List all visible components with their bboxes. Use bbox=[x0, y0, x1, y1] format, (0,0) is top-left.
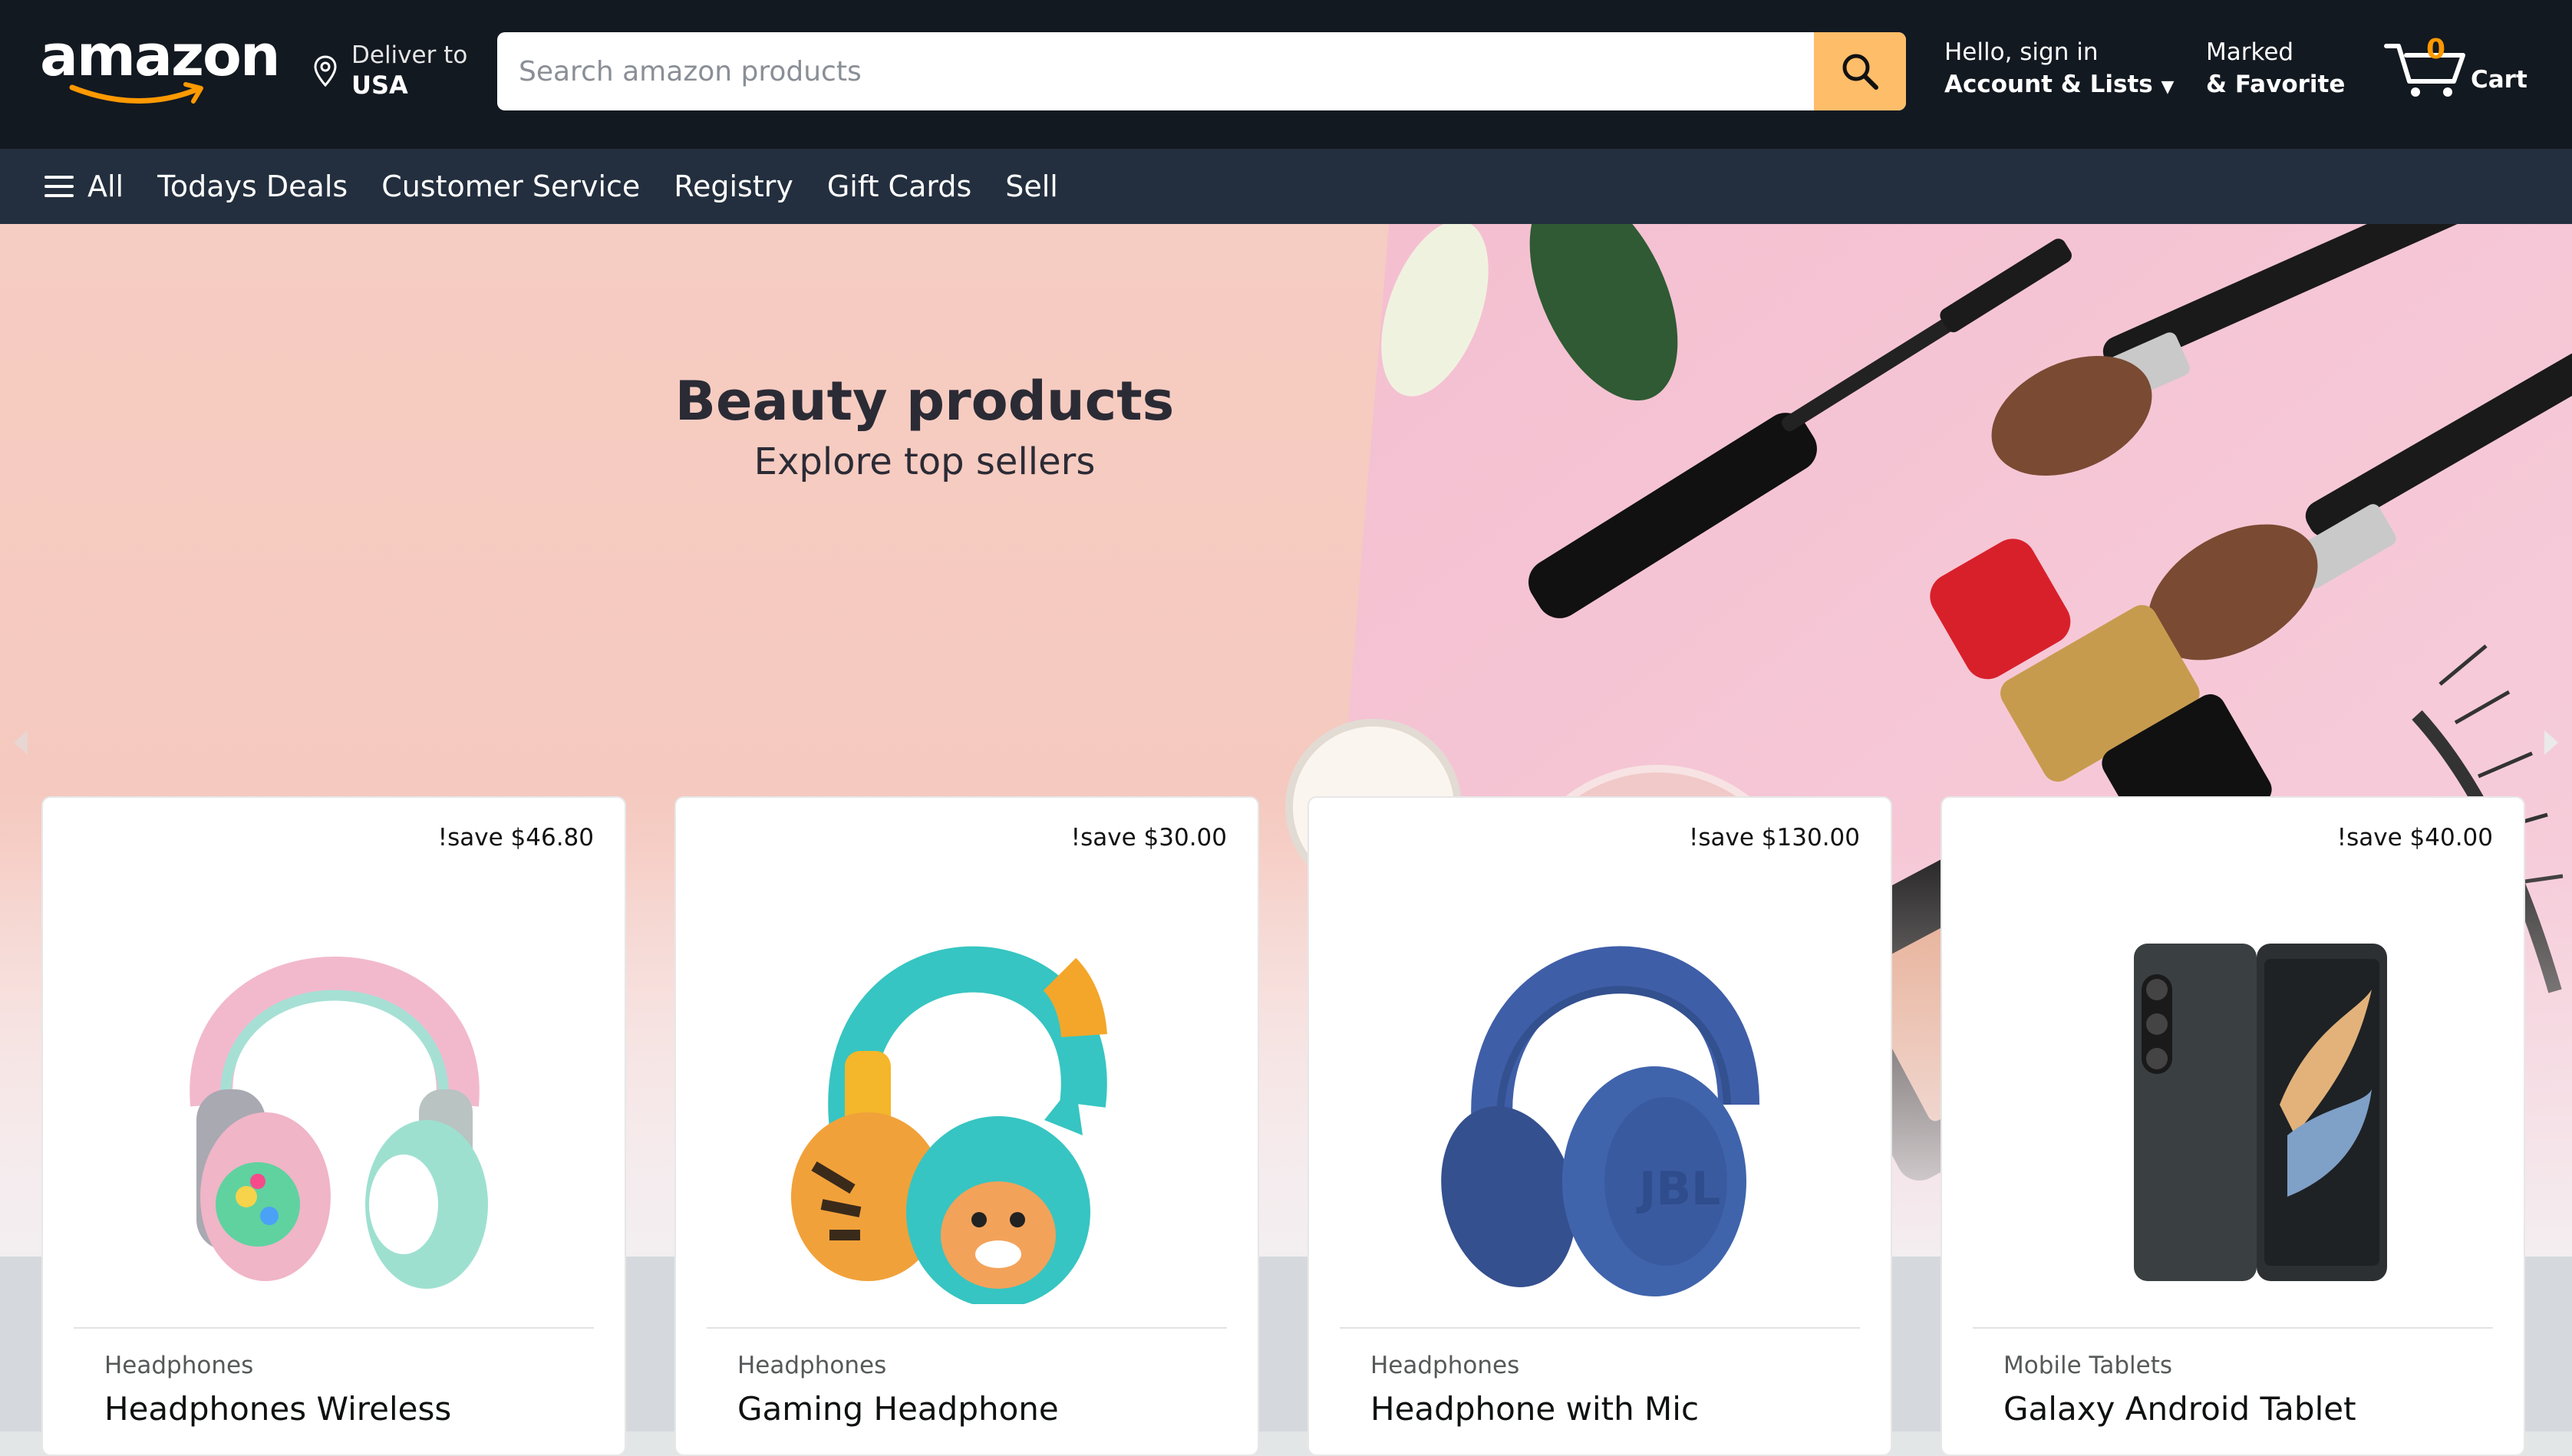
hero-subtitle: Explore top sellers bbox=[753, 440, 1096, 483]
card-divider bbox=[707, 1327, 1227, 1329]
account-lists-label: Account & Lists ▼ bbox=[1944, 71, 2174, 98]
product-image-headphone-with-mic: JBL bbox=[1441, 946, 1759, 1296]
account-greeting: Hello, sign in bbox=[1944, 38, 2099, 66]
marked-favorite[interactable]: Marked & Favorite bbox=[2206, 38, 2345, 98]
location-pin-icon bbox=[314, 55, 337, 87]
nav-all-label: All bbox=[87, 170, 124, 203]
product-card[interactable]: !save $30.00 Headphones Gaming Headphone bbox=[674, 796, 1259, 1456]
product-image-galaxy-tablet bbox=[2134, 944, 2387, 1281]
nav-registry[interactable]: Registry bbox=[674, 170, 793, 203]
save-badge: !save $130.00 bbox=[1688, 824, 1860, 852]
carousel-next-icon[interactable] bbox=[2541, 727, 2561, 758]
nav-customer-service[interactable]: Customer Service bbox=[381, 170, 640, 203]
nav-all-menu[interactable]: All bbox=[43, 170, 124, 203]
product-category: Mobile Tablets bbox=[2003, 1352, 2173, 1379]
favorite-label: & Favorite bbox=[2206, 71, 2346, 98]
cart-button[interactable]: 0 Cart bbox=[2383, 34, 2544, 110]
top-header: amazon Deliver to USA Hello, sign in Acc… bbox=[0, 0, 2572, 149]
chevron-down-icon: ▼ bbox=[2161, 77, 2175, 97]
card-divider bbox=[1973, 1327, 2493, 1329]
nav-gift-cards[interactable]: Gift Cards bbox=[827, 170, 971, 203]
product-category: Headphones bbox=[104, 1352, 254, 1379]
product-name[interactable]: Galaxy Android Tablet bbox=[2003, 1390, 2356, 1428]
account-menu[interactable]: Hello, sign in Account & Lists ▼ bbox=[1944, 38, 2174, 98]
save-badge: !save $40.00 bbox=[2336, 824, 2493, 852]
hero-title: Beauty products bbox=[674, 370, 1175, 433]
deliver-country: USA bbox=[351, 71, 408, 100]
amazon-logo[interactable]: amazon bbox=[40, 23, 281, 107]
product-category: Headphones bbox=[737, 1352, 887, 1379]
hamburger-menu-icon bbox=[45, 176, 74, 197]
product-name[interactable]: Headphones Wireless bbox=[104, 1390, 451, 1428]
search-icon bbox=[1842, 54, 1878, 90]
deliver-label: Deliver to bbox=[351, 41, 468, 69]
marked-label: Marked bbox=[2206, 38, 2294, 66]
product-category: Headphones bbox=[1370, 1352, 1520, 1379]
nav-bar: All Todays Deals Customer Service Regist… bbox=[0, 149, 2572, 224]
search-bar bbox=[497, 32, 1906, 110]
nav-sell[interactable]: Sell bbox=[1005, 170, 1058, 203]
logo-smile-icon bbox=[69, 82, 203, 104]
product-card[interactable]: !save $46.80 Headphones Headphones Wirel… bbox=[41, 796, 626, 1456]
product-name[interactable]: Headphone with Mic bbox=[1370, 1390, 1699, 1428]
save-badge: !save $30.00 bbox=[1070, 824, 1227, 852]
cart-count: 0 bbox=[2426, 34, 2446, 65]
logo-wordmark: amazon bbox=[40, 23, 281, 89]
product-image-gaming-headphone bbox=[791, 946, 1107, 1304]
card-divider bbox=[1340, 1327, 1860, 1329]
svg-text:JBL: JBL bbox=[1636, 1162, 1720, 1216]
search-button[interactable] bbox=[1814, 32, 1906, 110]
cart-icon bbox=[2384, 44, 2465, 97]
product-card[interactable]: !save $40.00 Mobile Tablets Galaxy Andro… bbox=[1941, 796, 2525, 1456]
product-name[interactable]: Gaming Headphone bbox=[737, 1390, 1059, 1428]
search-input[interactable] bbox=[497, 32, 1814, 110]
cart-label: Cart bbox=[2471, 66, 2527, 94]
product-image-headphones-wireless bbox=[190, 957, 488, 1289]
account-lists-text: Account & Lists bbox=[1944, 71, 2153, 98]
save-badge: !save $46.80 bbox=[437, 824, 594, 852]
carousel-prev-icon[interactable] bbox=[11, 727, 31, 758]
product-card[interactable]: !save $130.00 JBL Headphones Headphone w… bbox=[1307, 796, 1892, 1456]
card-divider bbox=[74, 1327, 594, 1329]
nav-todays-deals[interactable]: Todays Deals bbox=[157, 170, 348, 203]
